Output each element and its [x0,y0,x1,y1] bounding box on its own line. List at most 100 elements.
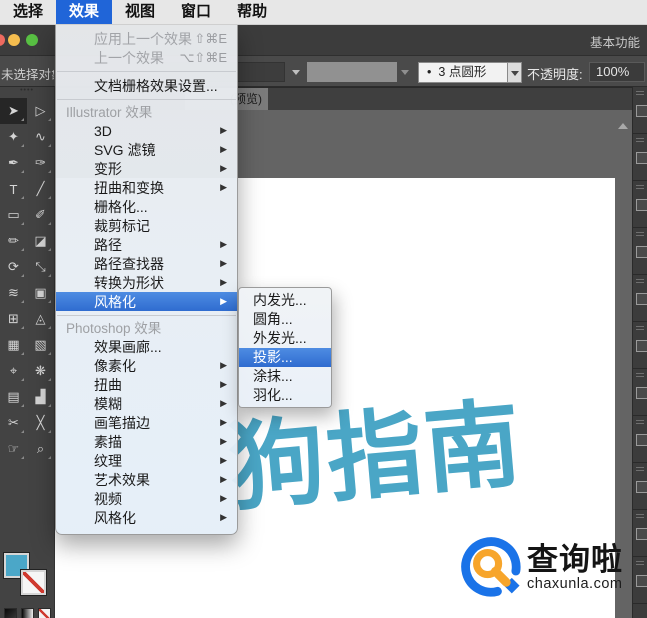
knife-tool[interactable]: ╳ [27,410,54,436]
panel-grip[interactable]: •••• [0,87,54,96]
menu-item-video[interactable]: 视频 ▶ [56,489,237,508]
dock-panel-button[interactable] [633,557,647,604]
stroke-color-swatch[interactable] [21,570,46,595]
submenu-item-drop-shadow[interactable]: 投影... [239,348,331,367]
menu-item-convert-to-shape[interactable]: 转换为形状 ▶ [56,273,237,292]
color-button[interactable] [4,608,17,618]
submenu-arrow-icon: ▶ [220,125,227,135]
menu-item-blur[interactable]: 模糊 ▶ [56,394,237,413]
shape-builder-tool[interactable]: ⊞ [0,306,27,332]
none-button[interactable] [38,608,51,618]
submenu-item-round-corners[interactable]: 圆角... [239,310,331,329]
graph-tool[interactable]: ▟ [27,384,54,410]
menu-separator [56,311,237,320]
symbol-sprayer-tool[interactable]: ❋ [27,358,54,384]
menu-item-path[interactable]: 路径 ▶ [56,235,237,254]
menu-item-crop-marks[interactable]: 裁剪标记 [56,216,237,235]
dock-panel-button[interactable] [633,87,647,134]
menubar-item-view[interactable]: 视图 [112,0,168,24]
menu-separator [56,67,237,76]
menu-item-warp[interactable]: 变形 ▶ [56,159,237,178]
menu-item-pixelate[interactable]: 像素化 ▶ [56,356,237,375]
lasso-tool[interactable]: ∿ [27,124,54,150]
menu-item-rasterize[interactable]: 栅格化... [56,197,237,216]
gradient-tool[interactable]: ▧ [27,332,54,358]
menu-bar: 选择 效果 视图 窗口 帮助 [0,0,647,25]
scale-tool[interactable]: ⤡ [27,254,54,280]
submenu-arrow-icon: ▶ [220,144,227,154]
dock-panel-button[interactable] [633,275,647,322]
zoom-tool[interactable]: ⌕ [27,436,54,462]
effect-menu: 应用上一个效果 ⇧⌘E 上一个效果 ⌥⇧⌘E 文档栅格效果设置... Illustr… [55,25,238,535]
menu-item-svg-filters[interactable]: SVG 滤镜 ▶ [56,140,237,159]
rectangle-tool[interactable]: ▭ [0,202,27,228]
hand-tool[interactable]: ☞ [0,436,27,462]
menubar-item-help[interactable]: 帮助 [224,0,280,24]
dock-panel-button[interactable] [633,181,647,228]
dock-panel-button[interactable] [633,369,647,416]
watermark-domain: chaxunla.com [527,576,623,592]
menu-item-document-raster-settings[interactable]: 文档栅格效果设置... [56,76,237,95]
selection-status-label: 未选择对象 [1,68,54,82]
menu-item-effect-gallery[interactable]: 效果画廊... [56,337,237,356]
eraser-tool[interactable]: ◪ [27,228,54,254]
dock-panel-button[interactable] [633,463,647,510]
menu-item-artistic[interactable]: 艺术效果 ▶ [56,470,237,489]
opacity-input[interactable]: 100% [589,62,645,82]
dock-panel-button[interactable] [633,228,647,275]
submenu-arrow-icon: ▶ [220,474,227,484]
submenu-arrow-icon: ▶ [220,277,227,287]
menubar-item-select[interactable]: 选择 [0,0,56,24]
width-tool[interactable]: ≋ [0,280,27,306]
menu-item-brush-strokes[interactable]: 画笔描边 ▶ [56,413,237,432]
rotate-tool[interactable]: ⟳ [0,254,27,280]
menubar-item-window[interactable]: 窗口 [168,0,224,24]
shortcut-label: ⇧⌘E [194,30,227,46]
submenu-item-inner-glow[interactable]: 内发光... [239,291,331,310]
submenu-arrow-icon: ▶ [220,163,227,173]
submenu-arrow-icon: ▶ [220,455,227,465]
menu-item-pathfinder[interactable]: 路径查找器 ▶ [56,254,237,273]
menu-item-3d[interactable]: 3D ▶ [56,121,237,140]
magic-wand-tool[interactable]: ✦ [0,124,27,150]
zoom-window-button[interactable] [26,34,38,46]
pencil-tool[interactable]: ✏ [0,228,27,254]
curvature-tool[interactable]: ✑ [27,150,54,176]
slice-tool[interactable]: ✂ [0,410,27,436]
paintbrush-tool[interactable]: ✐ [27,202,54,228]
minimize-window-button[interactable] [8,34,20,46]
gradient-button[interactable] [21,608,34,618]
dock-panel-button[interactable] [633,416,647,463]
submenu-item-scribble[interactable]: 涂抹... [239,367,331,386]
menu-item-distort[interactable]: 扭曲 ▶ [56,375,237,394]
menu-item-distort-transform[interactable]: 扭曲和变换 ▶ [56,178,237,197]
dock-panel-button[interactable] [633,510,647,557]
menubar-item-effect[interactable]: 效果 [56,0,113,24]
type-tool[interactable]: T [0,176,27,202]
submenu-arrow-icon: ▶ [220,296,227,306]
line-tool[interactable]: ╱ [27,176,54,202]
chevron-up-icon[interactable] [618,123,628,129]
menu-item-apply-last-effect: 应用上一个效果 ⇧⌘E [94,30,227,47]
menu-item-sketch[interactable]: 素描 ▶ [56,432,237,451]
direct-selection-tool[interactable]: ▷ [27,98,54,124]
brush-preview-dropdown[interactable] [307,62,397,82]
eyedropper-tool[interactable]: ⌖ [0,358,27,384]
submenu-item-feather[interactable]: 羽化... [239,386,331,405]
menu-item-stylize[interactable]: 风格化 ▶ [56,292,237,311]
selection-tool[interactable]: ➤ [0,98,27,124]
dock-panel-button[interactable] [633,322,647,369]
dock-panel-button[interactable] [633,134,647,181]
panel-dock [632,87,647,618]
menu-item-texture[interactable]: 纹理 ▶ [56,451,237,470]
artboard-tool[interactable]: ▤ [0,384,27,410]
workspace-switcher[interactable]: 基本功能 [590,32,640,51]
pen-tool[interactable]: ✒ [0,150,27,176]
menu-item-stylize-ps[interactable]: 风格化 ▶ [56,508,237,527]
close-window-button[interactable] [0,34,5,46]
brush-style-select[interactable]: • 3 点圆形 [418,62,508,83]
perspective-grid-tool[interactable]: ◬ [27,306,54,332]
free-transform-tool[interactable]: ▣ [27,280,54,306]
submenu-item-outer-glow[interactable]: 外发光... [239,329,331,348]
mesh-tool[interactable]: ▦ [0,332,27,358]
